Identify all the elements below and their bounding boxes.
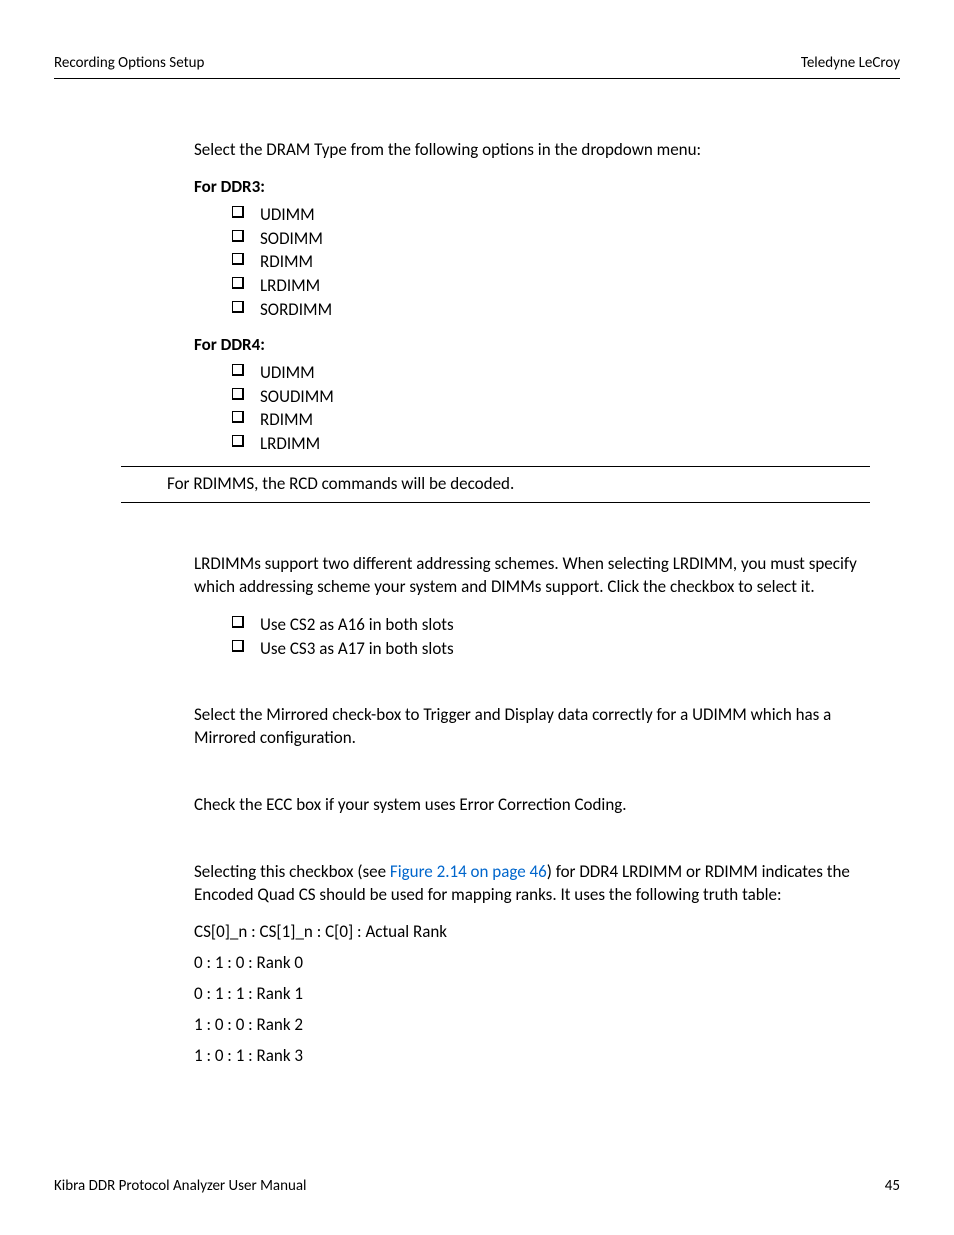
square-bullet-icon [232,435,243,446]
list-item-label: SOUDIMM [260,386,334,407]
truth-table-row: 0 : 1 : 0 : Rank 0 [194,952,860,973]
list-item-label: LRDIMM [260,433,320,454]
list-item-label: SODIMM [260,228,323,249]
quadcs-pre: Selecting this checkbox (see [194,861,390,882]
ecc-paragraph: Check the ECC box if your system uses Er… [194,794,860,817]
footer-page-number: 45 [885,1177,900,1195]
list-item-label: Use CS3 as A17 in both slots [260,638,454,659]
header-section-title: Recording Options Setup [54,54,204,72]
square-bullet-icon [232,388,243,399]
truth-table-row: 1 : 0 : 0 : Rank 2 [194,1014,860,1035]
truth-table-row: 0 : 1 : 1 : Rank 1 [194,983,860,1004]
list-item-label: RDIMM [260,409,313,430]
list-item: SOUDIMM [232,385,860,409]
intro-paragraph: Select the DRAM Type from the following … [194,139,860,162]
square-bullet-icon [232,277,243,288]
list-item-label: RDIMM [260,251,313,272]
lrdimm-paragraph: LRDIMMs support two different addressing… [194,553,860,599]
list-item-label: UDIMM [260,362,315,383]
list-item: LRDIMM [232,274,860,298]
list-item-label: LRDIMM [260,275,320,296]
note-text: For RDIMMS, the RCD commands will be dec… [167,473,514,494]
list-item: SODIMM [232,227,860,251]
list-item-label: UDIMM [260,204,315,225]
square-bullet-icon [232,253,243,264]
page-header: Recording Options Setup Teledyne LeCroy [54,54,900,79]
list-item: UDIMM [232,361,860,385]
list-item-label: Use CS2 as A16 in both slots [260,614,454,635]
list-item: SORDIMM [232,298,860,322]
page-footer: Kibra DDR Protocol Analyzer User Manual … [54,1157,900,1195]
mirrored-paragraph: Select the Mirrored check-box to Trigger… [194,704,860,750]
ddr4-heading: For DDR4: [194,334,860,357]
list-item: Use CS2 as A16 in both slots [232,613,860,637]
list-item: Use CS3 as A17 in both slots [232,637,860,661]
figure-cross-reference-link[interactable]: Figure 2.14 on page 46 [390,861,547,882]
list-item: UDIMM [232,203,860,227]
list-item: RDIMM [232,408,860,432]
note-box: For RDIMMS, the RCD commands will be dec… [121,466,870,503]
page-content: Select the DRAM Type from the following … [54,139,900,1157]
lrdimm-options-list: Use CS2 as A16 in both slots Use CS3 as … [194,613,860,661]
list-item: LRDIMM [232,432,860,456]
ddr4-list: UDIMM SOUDIMM RDIMM LRDIMM [194,361,860,456]
ddr3-heading: For DDR3: [194,176,860,199]
square-bullet-icon [232,206,243,217]
header-company: Teledyne LeCroy [801,54,900,72]
quadcs-paragraph: Selecting this checkbox (see Figure 2.14… [194,861,860,907]
list-item: RDIMM [232,250,860,274]
square-bullet-icon [232,301,243,312]
square-bullet-icon [232,411,243,422]
truth-table-header: CS[0]_n : CS[1]_n : C[0] : Actual Rank [194,921,860,942]
list-item-label: SORDIMM [260,299,332,320]
ddr3-list: UDIMM SODIMM RDIMM LRDIMM SORDIMM [194,203,860,322]
truth-table-row: 1 : 0 : 1 : Rank 3 [194,1045,860,1066]
square-bullet-icon [232,640,243,651]
square-bullet-icon [232,616,243,627]
square-bullet-icon [232,230,243,241]
square-bullet-icon [232,364,243,375]
footer-manual-title: Kibra DDR Protocol Analyzer User Manual [54,1177,307,1195]
